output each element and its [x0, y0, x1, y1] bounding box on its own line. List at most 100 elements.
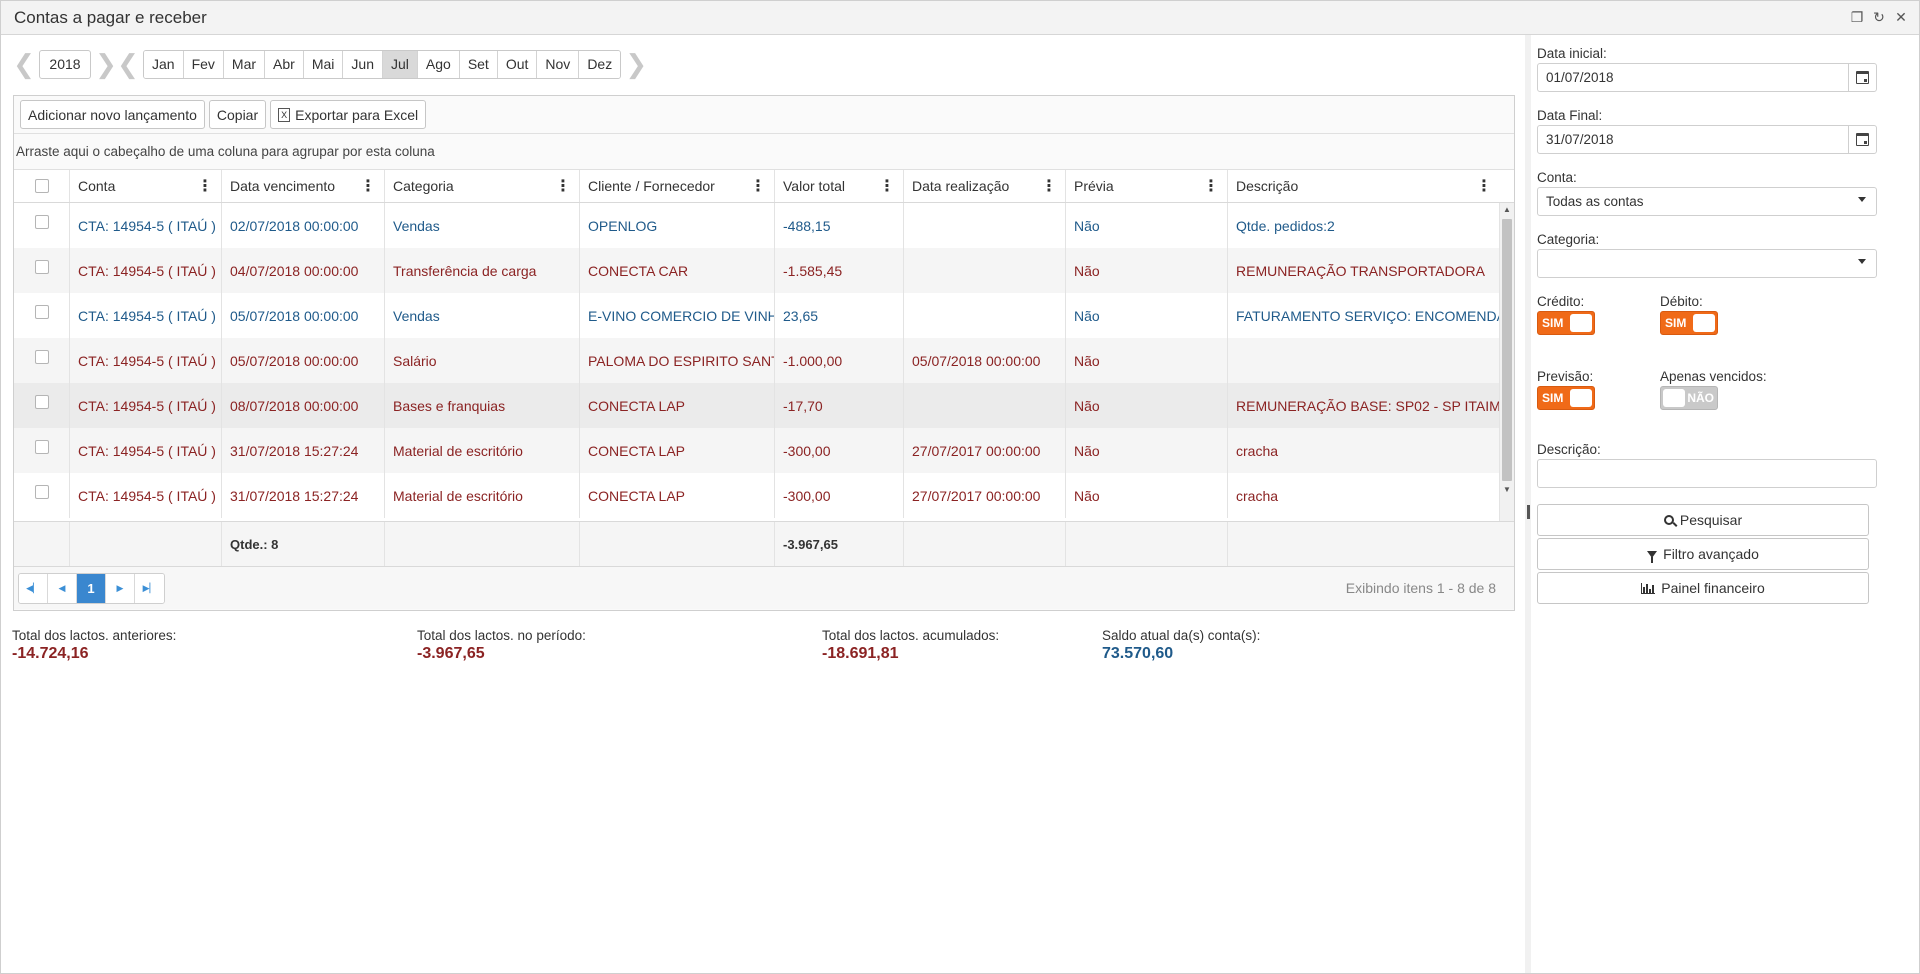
column-header-cliente[interactable]: Cliente / Fornecedor ⋮ — [580, 170, 775, 202]
scroll-thumb[interactable] — [1502, 219, 1512, 481]
debit-toggle[interactable]: SIM — [1660, 311, 1718, 335]
row-checkbox[interactable] — [34, 305, 49, 319]
description-group: Descrição: — [1537, 442, 1877, 488]
cell-conta: CTA: 14954-5 ( ITAÚ ) — [70, 338, 222, 383]
advanced-filter-button[interactable]: Filtro avançado — [1537, 538, 1869, 570]
search-icon — [1663, 515, 1674, 525]
month-tab-nov[interactable]: Nov — [537, 50, 580, 78]
row-checkbox[interactable] — [34, 260, 49, 274]
cell-cliente: CONECTA LAP — [580, 383, 775, 428]
row-checkbox[interactable] — [34, 395, 49, 409]
cell-cliente: PALOMA DO ESPIRITO SANTO — [580, 338, 775, 383]
start-date-input[interactable]: 01/07/2018 — [1537, 63, 1877, 92]
column-menu-icon[interactable]: ⋮ — [1476, 176, 1492, 196]
month-tab-jun[interactable]: Jun — [343, 50, 383, 78]
table-row[interactable]: CTA: 14954-5 ( ITAÚ ) 02/07/2018 00:00:00… — [14, 203, 1514, 248]
column-header-realizacao[interactable]: Data realização ⋮ — [904, 170, 1066, 202]
first-page-icon[interactable]: ◀▏ — [19, 573, 48, 603]
scroll-up-icon[interactable]: ▲ — [1500, 203, 1514, 217]
month-tab-mar[interactable]: Mar — [223, 50, 266, 78]
month-tab-jul[interactable]: Jul — [382, 50, 418, 78]
prev-page-icon[interactable]: ◀ — [48, 573, 77, 603]
column-menu-icon[interactable]: ⋮ — [1041, 176, 1057, 196]
cell-vencimento: 05/07/2018 00:00:00 — [222, 293, 385, 338]
column-header-valor[interactable]: Valor total ⋮ — [775, 170, 904, 202]
table-row[interactable]: CTA: 14954-5 ( ITAÚ ) 31/07/2018 15:27:24… — [14, 473, 1514, 518]
cell-descricao: FATURAMENTO SERVIÇO: ENCOMENDA — [1236, 307, 1500, 324]
row-checkbox[interactable] — [34, 350, 49, 364]
next-page-icon[interactable]: ▶ — [106, 573, 135, 603]
credit-toggle[interactable]: SIM — [1537, 311, 1595, 335]
cell-categoria: Transferência de carga — [385, 248, 580, 293]
table-row[interactable]: CTA: 14954-5 ( ITAÚ ) 31/07/2018 15:27:24… — [14, 428, 1514, 473]
panel-splitter[interactable] — [1527, 505, 1530, 519]
month-tab-ago[interactable]: Ago — [417, 50, 460, 78]
refresh-icon[interactable]: ↻ — [1871, 9, 1887, 26]
financial-panel-button[interactable]: Painel financeiro — [1537, 572, 1869, 604]
month-tab-out[interactable]: Out — [497, 50, 538, 78]
current-balance-value: 73.570,60 — [1102, 645, 1174, 662]
table-row[interactable]: CTA: 14954-5 ( ITAÚ ) 04/07/2018 00:00:00… — [14, 248, 1514, 293]
row-checkbox[interactable] — [34, 215, 49, 229]
column-menu-icon[interactable]: ⋮ — [360, 176, 376, 196]
next-month-icon[interactable]: ❯ — [625, 50, 647, 78]
forecast-toggle[interactable]: SIM — [1537, 386, 1595, 410]
chevron-down-icon[interactable] — [1858, 197, 1866, 202]
column-menu-icon[interactable]: ⋮ — [1203, 176, 1219, 196]
month-tab-jan[interactable]: Jan — [144, 50, 184, 78]
overdue-only-toggle[interactable]: NÃO — [1660, 386, 1718, 410]
chevron-down-icon[interactable] — [1858, 259, 1866, 264]
column-header-conta[interactable]: Conta ⋮ — [70, 170, 222, 202]
search-button[interactable]: Pesquisar — [1537, 504, 1869, 536]
account-select[interactable]: Todas as contas — [1537, 187, 1877, 216]
close-icon[interactable]: ✕ — [1893, 9, 1909, 26]
row-checkbox[interactable] — [34, 485, 49, 499]
column-menu-icon[interactable]: ⋮ — [879, 176, 895, 196]
add-entry-button[interactable]: Adicionar novo lançamento — [20, 100, 205, 129]
month-tab-set[interactable]: Set — [459, 50, 498, 78]
category-select[interactable] — [1537, 249, 1877, 278]
column-header-categoria[interactable]: Categoria ⋮ — [385, 170, 580, 202]
cell-vencimento: 31/07/2018 15:27:24 — [222, 473, 385, 518]
copy-button[interactable]: Copiar — [208, 100, 267, 129]
month-tab-dez[interactable]: Dez — [579, 50, 621, 78]
table-row[interactable]: CTA: 14954-5 ( ITAÚ ) 08/07/2018 00:00:00… — [14, 383, 1514, 428]
table-row[interactable]: CTA: 14954-5 ( ITAÚ ) 05/07/2018 00:00:00… — [14, 293, 1514, 338]
account-group: Conta: Todas as contas — [1537, 170, 1877, 216]
last-page-icon[interactable]: ▶▏ — [135, 573, 164, 603]
column-menu-icon[interactable]: ⋮ — [750, 176, 766, 196]
vertical-scrollbar[interactable]: ▲ ▼ — [1499, 203, 1514, 521]
cell-conta: CTA: 14954-5 ( ITAÚ ) — [70, 428, 222, 473]
column-header-previa[interactable]: Prévia ⋮ — [1066, 170, 1228, 202]
cell-valor: 23,65 — [775, 293, 904, 338]
column-header-vencimento[interactable]: Data vencimento ⋮ — [222, 170, 385, 202]
row-checkbox[interactable] — [34, 440, 49, 454]
next-year-icon[interactable]: ❯ — [95, 50, 117, 78]
cell-valor: -17,70 — [775, 383, 904, 428]
month-tab-mai[interactable]: Mai — [303, 50, 344, 78]
start-date-calendar-icon[interactable] — [1848, 64, 1876, 91]
end-date-input[interactable]: 31/07/2018 — [1537, 125, 1877, 154]
scroll-down-icon[interactable]: ▼ — [1500, 483, 1514, 497]
description-input[interactable] — [1537, 459, 1877, 488]
cell-conta: CTA: 14954-5 ( ITAÚ ) — [70, 248, 222, 293]
prev-month-icon[interactable]: ❮ — [117, 50, 139, 78]
export-excel-button[interactable]: X Exportar para Excel — [270, 100, 427, 129]
month-tab-fev[interactable]: Fev — [183, 50, 224, 78]
column-menu-icon[interactable]: ⋮ — [197, 176, 213, 196]
prev-year-icon[interactable]: ❮ — [13, 50, 35, 78]
month-tab-abr[interactable]: Abr — [265, 50, 304, 78]
year-field[interactable]: 2018 — [39, 49, 91, 79]
page-1-button[interactable]: 1 — [77, 573, 106, 603]
select-all-checkbox[interactable] — [34, 179, 49, 193]
end-date-calendar-icon[interactable] — [1848, 126, 1876, 153]
table-row[interactable]: CTA: 14954-5 ( ITAÚ ) 05/07/2018 00:00:00… — [14, 338, 1514, 383]
cell-previa: Não — [1066, 473, 1228, 518]
restore-icon[interactable]: ❐ — [1849, 9, 1865, 26]
cell-descricao: REMUNERAÇÃO TRANSPORTADORA — [1236, 262, 1485, 279]
cell-cliente: CONECTA CAR — [580, 248, 775, 293]
column-header-descricao[interactable]: Descrição ⋮ — [1228, 170, 1500, 202]
column-menu-icon[interactable]: ⋮ — [555, 176, 571, 196]
start-date-group: Data inicial: 01/07/2018 — [1537, 46, 1877, 92]
group-panel[interactable]: Arraste aqui o cabeçalho de uma coluna p… — [14, 134, 1514, 170]
